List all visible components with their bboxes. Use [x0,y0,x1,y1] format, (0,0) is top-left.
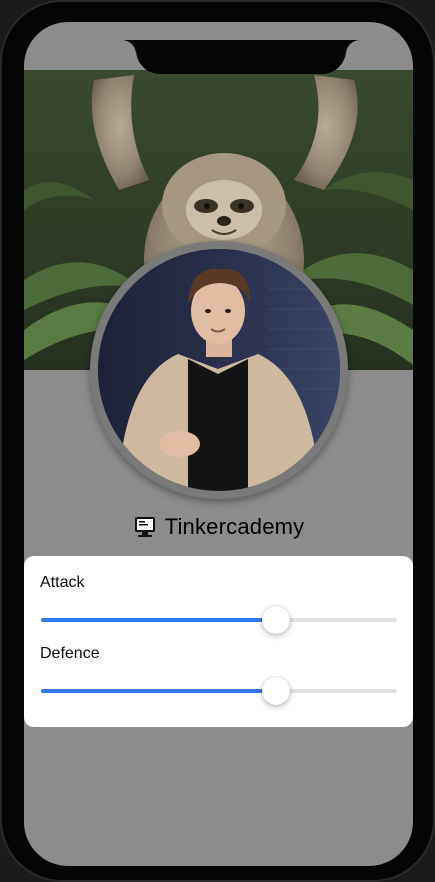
attack-slider-fill [41,618,276,622]
attack-slider[interactable] [41,606,397,634]
attack-slider-thumb[interactable] [261,606,290,634]
phone-frame: Tinkercademy Attack Defence [0,0,435,882]
profile-photo-illustration [98,249,340,491]
defence-slider-fill [41,689,276,693]
defence-slider[interactable] [41,677,397,705]
avatar [90,241,348,499]
avatar-photo [98,249,340,491]
app-screen: Tinkercademy Attack Defence [24,22,413,866]
defence-slider-thumb[interactable] [261,677,290,705]
attack-label: Attack [40,574,85,591]
username: Tinkercademy [164,514,305,539]
stats-card: Attack Defence [24,556,413,727]
username-row: Tinkercademy [24,510,413,544]
defence-label: Defence [40,645,100,662]
device-notch [136,40,346,74]
computer-icon [133,515,157,539]
